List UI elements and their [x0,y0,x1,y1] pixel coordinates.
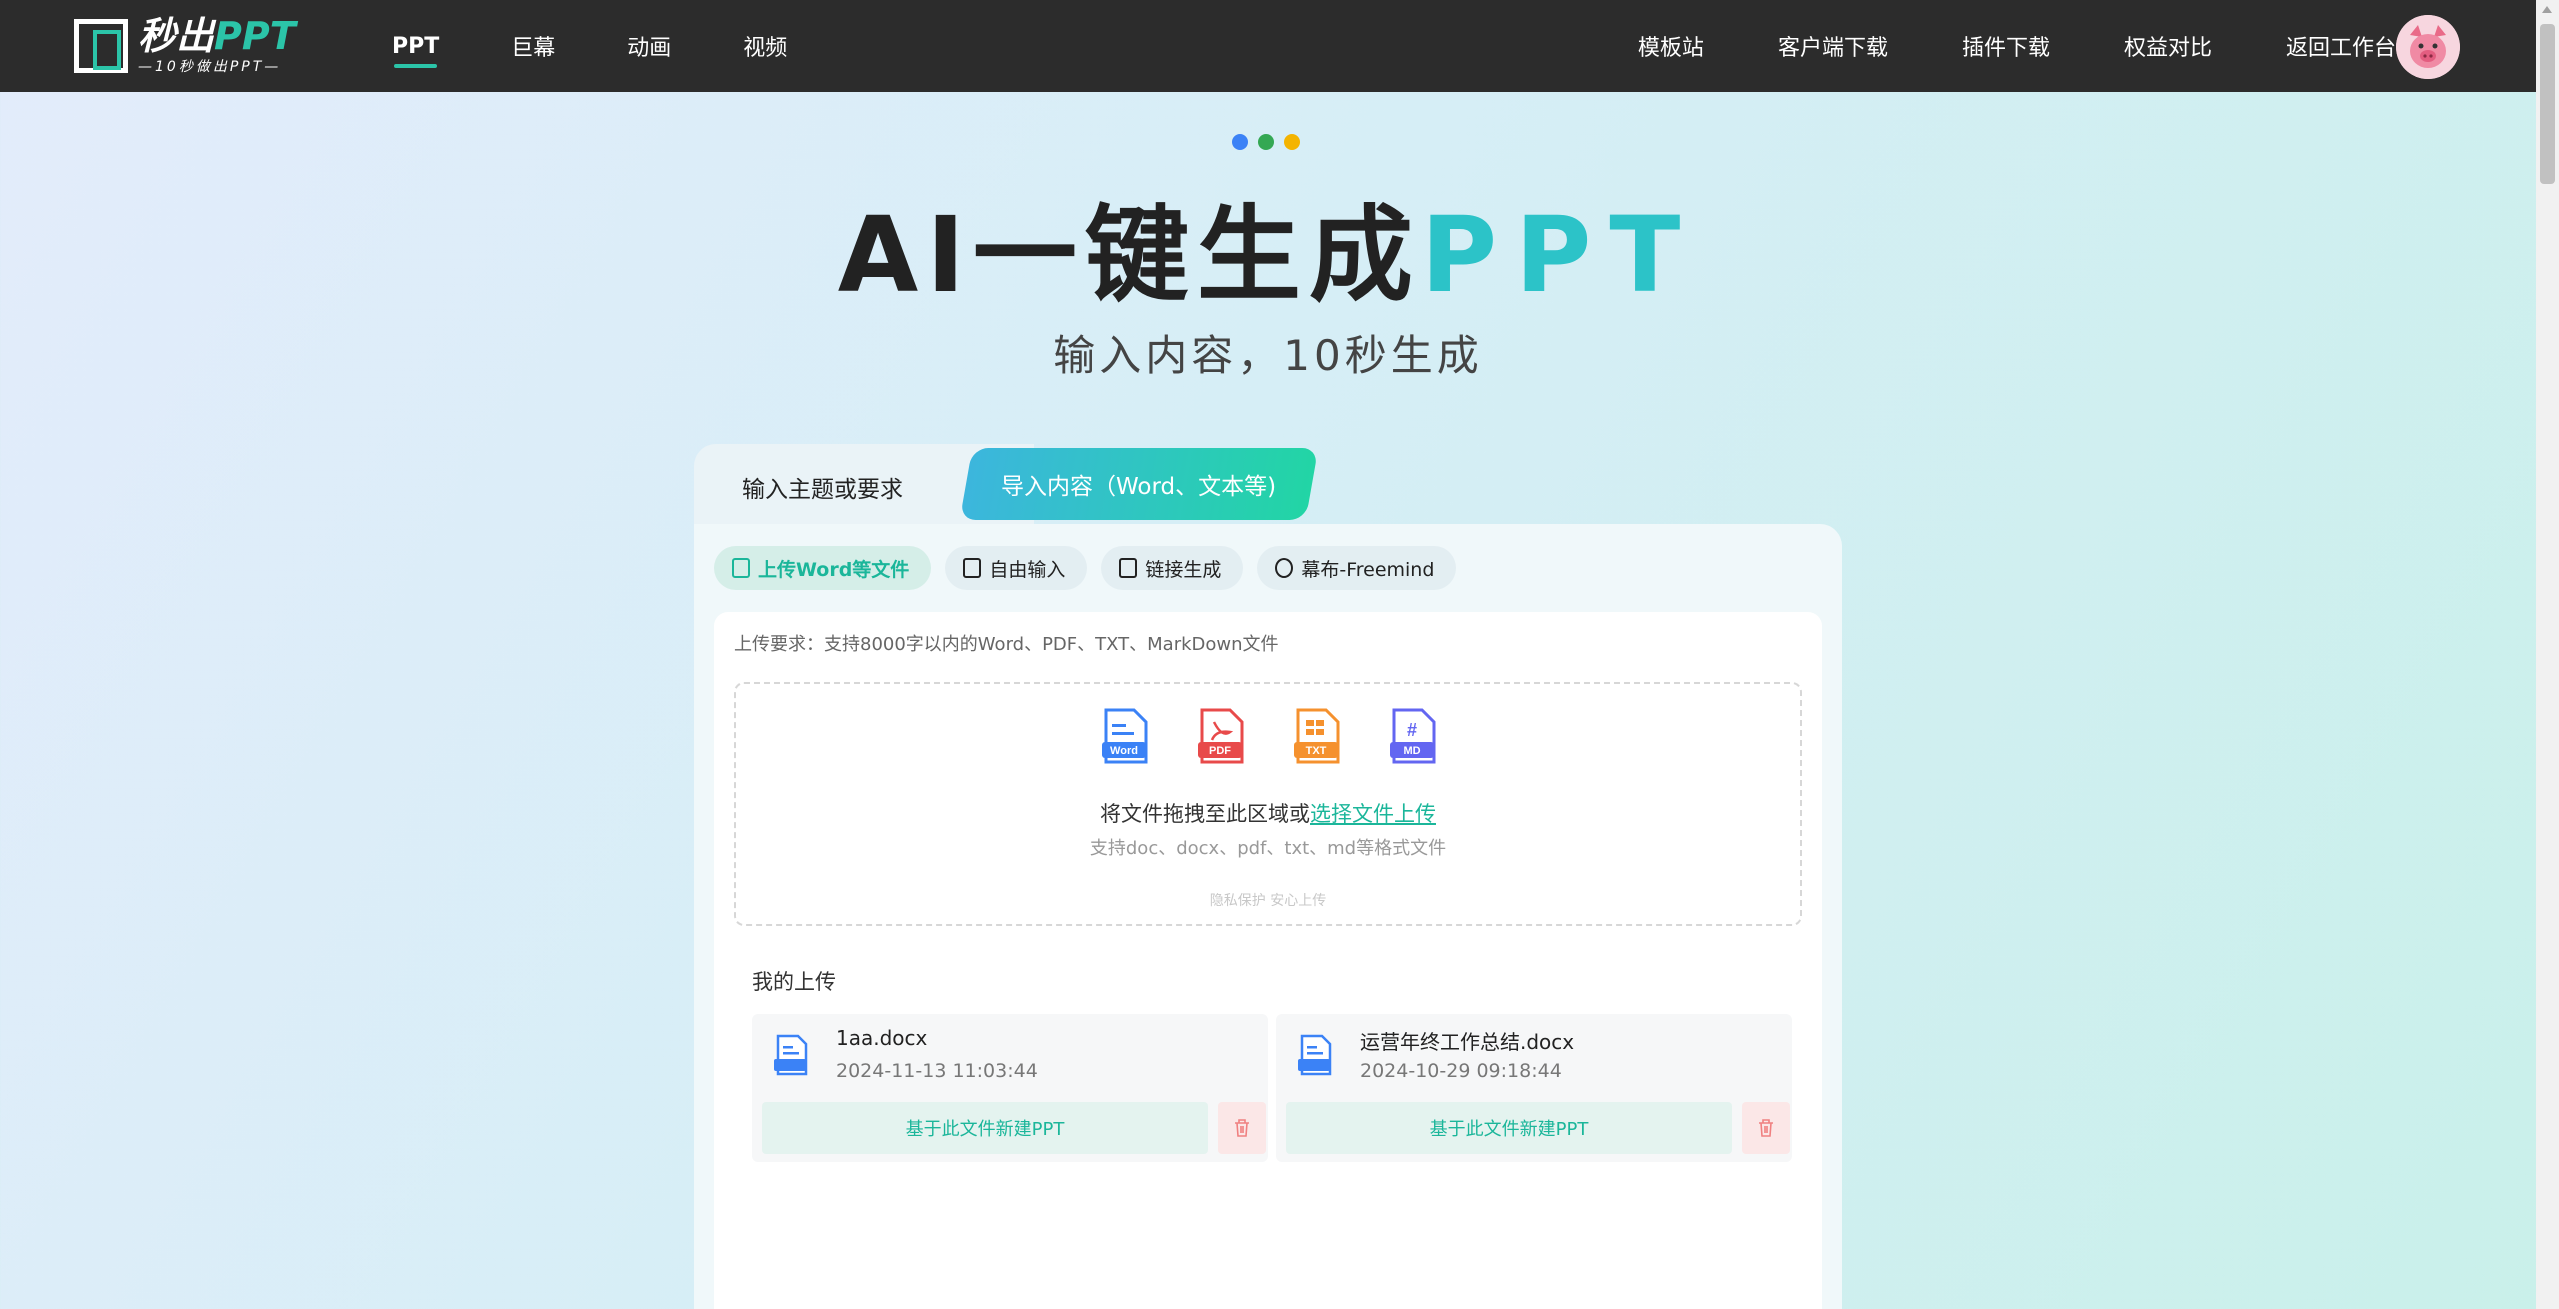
create-ppt-from-file-button[interactable]: 基于此文件新建PPT [1286,1102,1732,1154]
nav-item-benefits[interactable]: 权益对比 [2124,0,2212,92]
logo-title: 秒出PPT [138,16,296,56]
pdf-file-type-icon: PDF [1198,708,1244,764]
delete-file-button[interactable] [1218,1102,1266,1154]
drop-format-hint: 支持doc、docx、pdf、txt、md等格式文件 [1089,838,1447,859]
nav-item-plugin-download[interactable]: 插件下载 [1962,0,2050,92]
logo-text: 秒出PPT —10秒做出PPT— [138,16,296,76]
import-panel: 上传Word等文件 自由输入 链接生成 幕布-Freemind 上传要求：支持8… [694,524,1842,1309]
select-file-link[interactable]: 选择文件上传 [1310,802,1436,826]
dot-green [1258,134,1274,150]
upload-card: 1aa.docx 2024-11-13 11:03:44 基于此文件新建PPT [752,1014,1268,1162]
upload-file-time: 2024-10-29 09:18:44 [1360,1060,1562,1082]
chip-free-input-label: 自由输入 [989,558,1066,581]
logo-subtitle: —10秒做出PPT— [138,59,282,75]
trash-icon [1759,1119,1773,1137]
logo-mark-icon [74,19,128,73]
hero-title: AI一键生成PPT [0,170,2536,321]
drop-instruction: 将文件拖拽至此区域或选择文件上传 [736,798,1800,828]
md-file-type-label: MD [1403,745,1420,757]
upload-requirement: 上传要求：支持8000字以内的Word、PDF、TXT、MarkDown文件 [734,634,1279,655]
hero-subtitle: 输入内容，10秒生成 [1053,331,1483,380]
chip-upload-word[interactable]: 上传Word等文件 [714,546,932,590]
upload-file-name: 1aa.docx [836,1026,928,1050]
nav-item-template-site[interactable]: 模板站 [1638,0,1704,92]
nav-left: PPT 巨幕 动画 视频 [392,0,859,92]
chip-mubu-freemind-label: 幕布-Freemind [1301,558,1435,581]
my-uploads-list: 1aa.docx 2024-11-13 11:03:44 基于此文件新建PPT … [752,1014,1792,1162]
nav-item-client-download[interactable]: 客户端下载 [1778,0,1888,92]
word-file-type-icon: Word [1102,708,1148,764]
import-source-chips: 上传Word等文件 自由输入 链接生成 幕布-Freemind [714,546,1457,590]
pig-avatar-icon [2396,15,2460,79]
file-type-icons: Word PDF TXT # MD [1100,708,1440,764]
tab-input-topic-label: 输入主题或要求 [742,477,903,503]
chip-link-generate-label: 链接生成 [1145,558,1222,581]
avatar[interactable] [2396,15,2460,79]
upload-area-container: 上传要求：支持8000字以内的Word、PDF、TXT、MarkDown文件 W… [714,612,1822,1309]
link-icon [1119,558,1138,578]
my-uploads-title: 我的上传 [752,970,836,994]
chip-free-input[interactable]: 自由输入 [945,546,1088,590]
nav-item-animation[interactable]: 动画 [627,0,671,92]
scroll-up-arrow-icon[interactable] [2542,6,2552,13]
logo[interactable]: 秒出PPT —10秒做出PPT— [74,16,314,76]
hero-title-main: AI一键生成 [837,194,1421,316]
tab-import-content[interactable]: 导入内容（Word、文本等) [959,448,1319,520]
pdf-file-type-label: PDF [1209,745,1231,757]
chip-upload-word-label: 上传Word等文件 [758,558,910,581]
drop-instruction-text: 将文件拖拽至此区域或 [1100,802,1310,826]
hero-title-accent: PPT [1420,194,1699,316]
privacy-note: 隐私保护 安心上传 [1209,893,1327,909]
create-ppt-from-file-button[interactable]: 基于此文件新建PPT [762,1102,1208,1154]
logo-title-main: 秒出 [138,14,215,58]
word-file-type-label: Word [1110,745,1138,757]
md-file-type-icon: # MD [1390,708,1436,764]
word-doc-icon [1298,1034,1332,1076]
delete-file-button[interactable] [1742,1102,1790,1154]
txt-file-type-label: TXT [1306,745,1327,757]
upload-file-name: 运营年终工作总结.docx [1360,1030,1575,1054]
nav-item-workspace[interactable]: 返回工作台 [2286,0,2396,92]
nav-item-video[interactable]: 视频 [743,0,787,92]
trash-icon [1235,1119,1249,1137]
logo-title-accent: PPT [214,14,296,58]
upload-file-time: 2024-11-13 11:03:44 [836,1060,1038,1082]
document-icon [963,558,982,578]
word-file-icon [732,558,750,578]
nav-right: 模板站 客户端下载 插件下载 权益对比 返回工作台 [1564,0,2396,92]
top-navbar: 秒出PPT —10秒做出PPT— PPT 巨幕 动画 视频 模板站 客户端下载 … [0,0,2536,92]
txt-file-type-icon: TXT [1294,708,1340,764]
mindmap-icon [1275,558,1294,578]
tab-import-content-label: 导入内容（Word、文本等) [1001,474,1277,500]
mode-tabs: 输入主题或要求 导入内容（Word、文本等) [694,444,1319,530]
svg-text:#: # [1407,720,1417,740]
hero-dots [1232,134,1300,150]
dot-yellow [1284,134,1300,150]
page-scrollbar[interactable] [2536,0,2559,1309]
file-drop-zone[interactable]: Word PDF TXT # MD 将文件拖拽至此区域或选择文件上传 支持doc… [734,682,1802,926]
upload-card: 运营年终工作总结.docx 2024-10-29 09:18:44 基于此文件新… [1276,1014,1792,1162]
nav-item-jumu[interactable]: 巨幕 [511,0,555,92]
chip-mubu-freemind[interactable]: 幕布-Freemind [1257,546,1457,590]
chip-link-generate[interactable]: 链接生成 [1101,546,1244,590]
scroll-thumb[interactable] [2540,24,2555,184]
dot-blue [1232,134,1248,150]
nav-item-ppt[interactable]: PPT [392,0,439,92]
word-doc-icon [774,1034,808,1076]
